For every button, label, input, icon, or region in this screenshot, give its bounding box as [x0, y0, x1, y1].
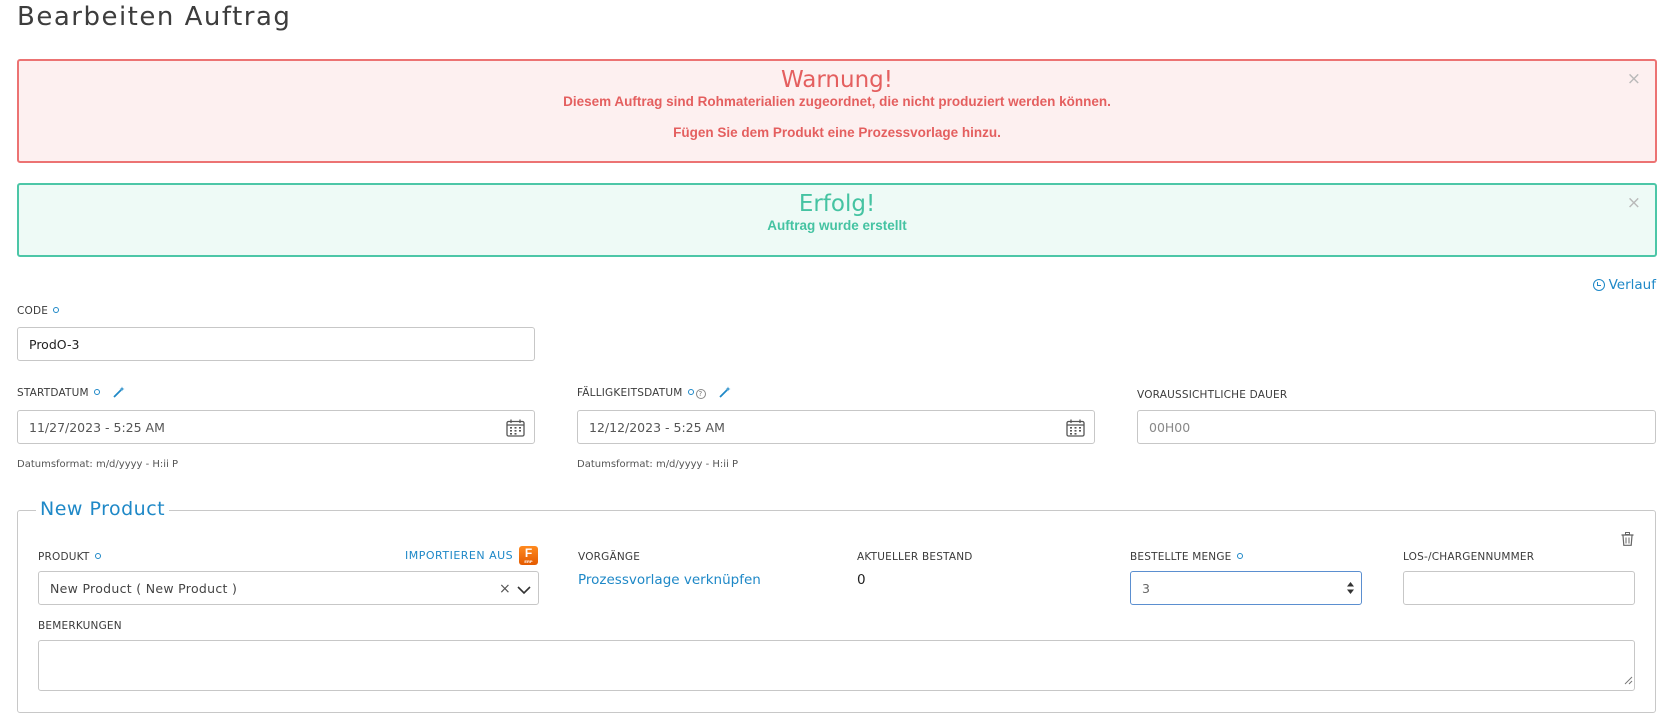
batch-number-input[interactable]: [1403, 571, 1635, 605]
required-icon: [687, 389, 694, 395]
warning-title: Warnung!: [781, 67, 893, 93]
product-label: PRODUKT: [38, 551, 101, 563]
link-process-template-link[interactable]: Prozessvorlage verknüpfen: [578, 572, 761, 588]
magic-wand-icon[interactable]: [719, 386, 731, 401]
resize-grip-icon[interactable]: [1624, 670, 1633, 689]
required-icon: [53, 307, 60, 313]
current-stock-label: AKTUELLER BESTAND: [857, 551, 973, 563]
trash-icon[interactable]: [1621, 531, 1634, 550]
erp-badge-letter: F: [524, 546, 533, 560]
calendar-icon[interactable]: [1066, 419, 1085, 440]
duration-placeholder: 00H00: [1149, 419, 1191, 435]
due-date-label-text: FÄLLIGKEITSDATUM: [577, 387, 683, 399]
success-message: Auftrag wurde erstellt: [767, 218, 907, 233]
due-date-label: FÄLLIGKEITSDATUM?: [577, 386, 731, 401]
warning-message: Diesem Auftrag sind Rohmaterialien zugeo…: [563, 94, 1111, 109]
chevron-down-icon[interactable]: [517, 583, 531, 598]
magic-wand-icon[interactable]: [113, 386, 125, 401]
start-date-label: STARTDATUM: [17, 386, 125, 401]
help-icon[interactable]: ?: [695, 389, 706, 399]
code-label-text: CODE: [17, 305, 49, 317]
number-spinner-icon[interactable]: [1346, 581, 1355, 598]
calendar-icon[interactable]: [506, 419, 525, 440]
start-date-label-text: STARTDATUM: [17, 387, 89, 399]
remarks-label: BEMERKUNGEN: [38, 620, 122, 632]
code-input[interactable]: ProdO-3: [17, 327, 535, 361]
due-date-input[interactable]: 12/12/2023 - 5:25 AM: [577, 410, 1095, 444]
code-value: ProdO-3: [29, 336, 80, 352]
ordered-qty-input[interactable]: 3: [1130, 571, 1362, 605]
required-icon: [1236, 553, 1243, 559]
history-link[interactable]: Verlauf: [1592, 277, 1656, 293]
required-icon: [94, 553, 101, 559]
success-title: Erfolg!: [798, 191, 876, 217]
start-date-input[interactable]: 11/27/2023 - 5:25 AM: [17, 410, 535, 444]
product-section-legend: New Product: [36, 498, 170, 520]
clear-selection-icon[interactable]: ×: [499, 581, 511, 597]
operations-label: VORGÄNGE: [578, 551, 641, 563]
warning-alert: Warnung! Diesem Auftrag sind Rohmaterial…: [17, 59, 1657, 163]
success-close-icon[interactable]: ×: [1627, 195, 1641, 212]
erp-import-icon[interactable]: F ERP: [519, 546, 538, 565]
page-title: Bearbeiten Auftrag: [17, 2, 292, 32]
import-from-link[interactable]: IMPORTIEREN AUS: [405, 549, 513, 562]
warning-hint: Fügen Sie dem Produkt eine Prozessvorlag…: [673, 125, 1001, 140]
ordered-qty-label: BESTELLTE MENGE: [1130, 551, 1243, 563]
current-stock-value: 0: [857, 572, 866, 588]
required-icon: [93, 389, 100, 395]
duration-label: VORAUSSICHTLICHE DAUER: [1137, 389, 1288, 401]
history-label: Verlauf: [1608, 277, 1656, 293]
start-date-value: 11/27/2023 - 5:25 AM: [29, 419, 165, 435]
due-date-value: 12/12/2023 - 5:25 AM: [589, 419, 725, 435]
warning-close-icon[interactable]: ×: [1627, 71, 1641, 88]
product-label-text: PRODUKT: [38, 551, 90, 563]
clock-icon: [1592, 279, 1605, 291]
batch-number-label: LOS-/CHARGENNUMMER: [1403, 551, 1535, 563]
product-select-value: New Product ( New Product ): [50, 580, 238, 596]
duration-input[interactable]: 00H00: [1137, 410, 1656, 444]
remarks-textarea[interactable]: [38, 640, 1635, 691]
code-label: CODE: [17, 305, 60, 317]
erp-badge-sub: ERP: [524, 559, 533, 564]
product-select[interactable]: New Product ( New Product ) ×: [38, 571, 539, 605]
success-alert: Erfolg! Auftrag wurde erstellt ×: [17, 183, 1657, 257]
ordered-qty-value: 3: [1142, 580, 1150, 596]
ordered-qty-label-text: BESTELLTE MENGE: [1130, 551, 1232, 563]
start-date-hint: Datumsformat: m/d/yyyy - H:ii P: [17, 459, 179, 470]
due-date-hint: Datumsformat: m/d/yyyy - H:ii P: [577, 459, 739, 470]
